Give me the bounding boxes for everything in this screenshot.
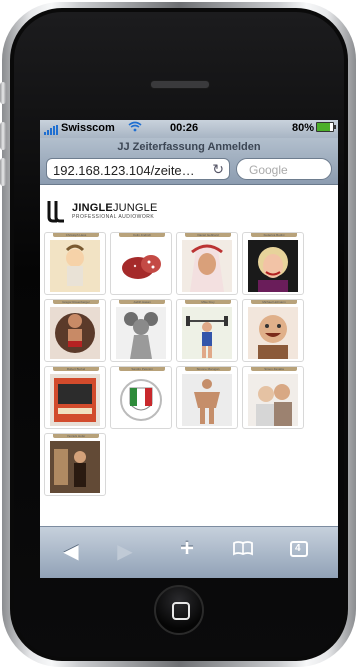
earpiece-speaker <box>150 80 210 89</box>
user-name: Simon Zanatta <box>264 367 284 371</box>
safari-address-bar: JJ Zeiterfassung Anmelden 192.168.123.10… <box>40 138 338 185</box>
user-name: Mike Frey <box>201 300 215 304</box>
user-tile[interactable]: Simone Marugan <box>176 366 238 429</box>
user-name: Michael Hofmann <box>262 300 286 304</box>
user-name: Colin Jindrich <box>132 233 151 237</box>
logo-name: JINGLEJUNGLE <box>72 202 158 214</box>
reload-icon[interactable]: ↻ <box>212 161 224 178</box>
screen: Swisscom 00:26 80% JJ Zeiterfassung Anme… <box>40 120 338 578</box>
user-photo <box>182 240 232 292</box>
battery-fill <box>317 123 330 131</box>
url-field[interactable]: 192.168.123.104/zeite… ↻ <box>46 158 230 180</box>
add-bookmark-button[interactable]: + <box>172 535 202 563</box>
book-icon <box>233 541 253 556</box>
user-tile[interactable]: Simon Zanatta <box>242 366 304 429</box>
user-tile[interactable]: Michael Hofmann <box>242 299 304 362</box>
user-name: Robert Burkel <box>66 367 86 371</box>
logo-name-rest: JUNGLE <box>112 202 158 214</box>
tab-count: 4 <box>295 543 301 554</box>
battery-icon <box>316 122 336 132</box>
user-photo <box>248 307 298 359</box>
user-photo <box>116 307 166 359</box>
user-name: Christoph Hess <box>65 233 87 237</box>
logo-tagline: PROFESSIONAL AUDIOWORK <box>72 214 155 220</box>
user-tile[interactable]: Robert Burkel <box>44 366 106 429</box>
user-photo <box>248 240 298 292</box>
clock: 00:26 <box>170 122 199 134</box>
forward-button[interactable]: ▶ <box>110 539 140 564</box>
page-title: JJ Zeiterfassung Anmelden <box>117 141 261 153</box>
search-input[interactable] <box>247 162 327 178</box>
search-field[interactable] <box>236 158 332 180</box>
user-photo <box>50 240 100 292</box>
battery: 80% <box>291 122 336 134</box>
volume-up-button <box>0 122 6 150</box>
signal-icon <box>44 123 59 135</box>
user-photo <box>248 374 298 426</box>
user-photo <box>50 374 100 426</box>
user-tile[interactable]: Gregor Rosenberger <box>44 299 106 362</box>
user-tile[interactable]: Sandro Pelonini <box>110 366 172 429</box>
bookmarks-button[interactable] <box>228 539 258 562</box>
user-name: Judith Hasan <box>133 300 151 304</box>
user-name: Simone Marugan <box>196 367 220 371</box>
web-content: JINGLEJUNGLE PROFESSIONAL AUDIOWORK Chri… <box>40 185 338 525</box>
home-button[interactable] <box>154 585 204 635</box>
mute-switch <box>0 82 6 104</box>
user-tile[interactable]: Federica Bodini <box>242 232 304 295</box>
user-tile[interactable]: Daniel Gebhard <box>176 232 238 295</box>
logo-name-bold: JINGLE <box>72 202 113 214</box>
url-text: 192.168.123.104/zeite… <box>53 163 195 178</box>
user-tile[interactable]: Judith Hasan <box>110 299 172 362</box>
back-button[interactable]: ◀ <box>56 539 86 564</box>
carrier-label: Swisscom <box>61 122 115 134</box>
user-tile[interactable]: Mike Frey <box>176 299 238 362</box>
safari-toolbar: ◀ ▶ + 4 <box>40 526 338 578</box>
user-tile[interactable]: Christoph Hess <box>44 232 106 295</box>
status-bar: Swisscom 00:26 80% <box>40 120 338 138</box>
user-name: Sandro Pelonini <box>131 367 153 371</box>
user-photo <box>50 441 100 493</box>
user-name: Daniel Gebhard <box>197 233 219 237</box>
user-name: Gregor Rosenberger <box>62 300 90 304</box>
user-photo <box>182 307 232 359</box>
user-photo <box>182 374 232 426</box>
volume-down-button <box>0 158 6 186</box>
home-square-icon <box>172 602 190 620</box>
user-photo <box>116 374 166 426</box>
user-photo <box>116 240 166 292</box>
user-name: Federica Bodini <box>263 233 285 237</box>
pages-button[interactable]: 4 <box>290 541 308 557</box>
user-photo <box>50 307 100 359</box>
battery-percent: 80% <box>291 122 314 134</box>
user-tile[interactable]: Colin Jindrich <box>110 232 172 295</box>
carrier: Swisscom <box>44 122 115 135</box>
wifi-icon <box>128 121 142 135</box>
logo-mark-icon <box>47 201 64 223</box>
user-name: Yannick Hofer <box>66 434 86 438</box>
user-tile[interactable]: Yannick Hofer <box>44 433 106 496</box>
